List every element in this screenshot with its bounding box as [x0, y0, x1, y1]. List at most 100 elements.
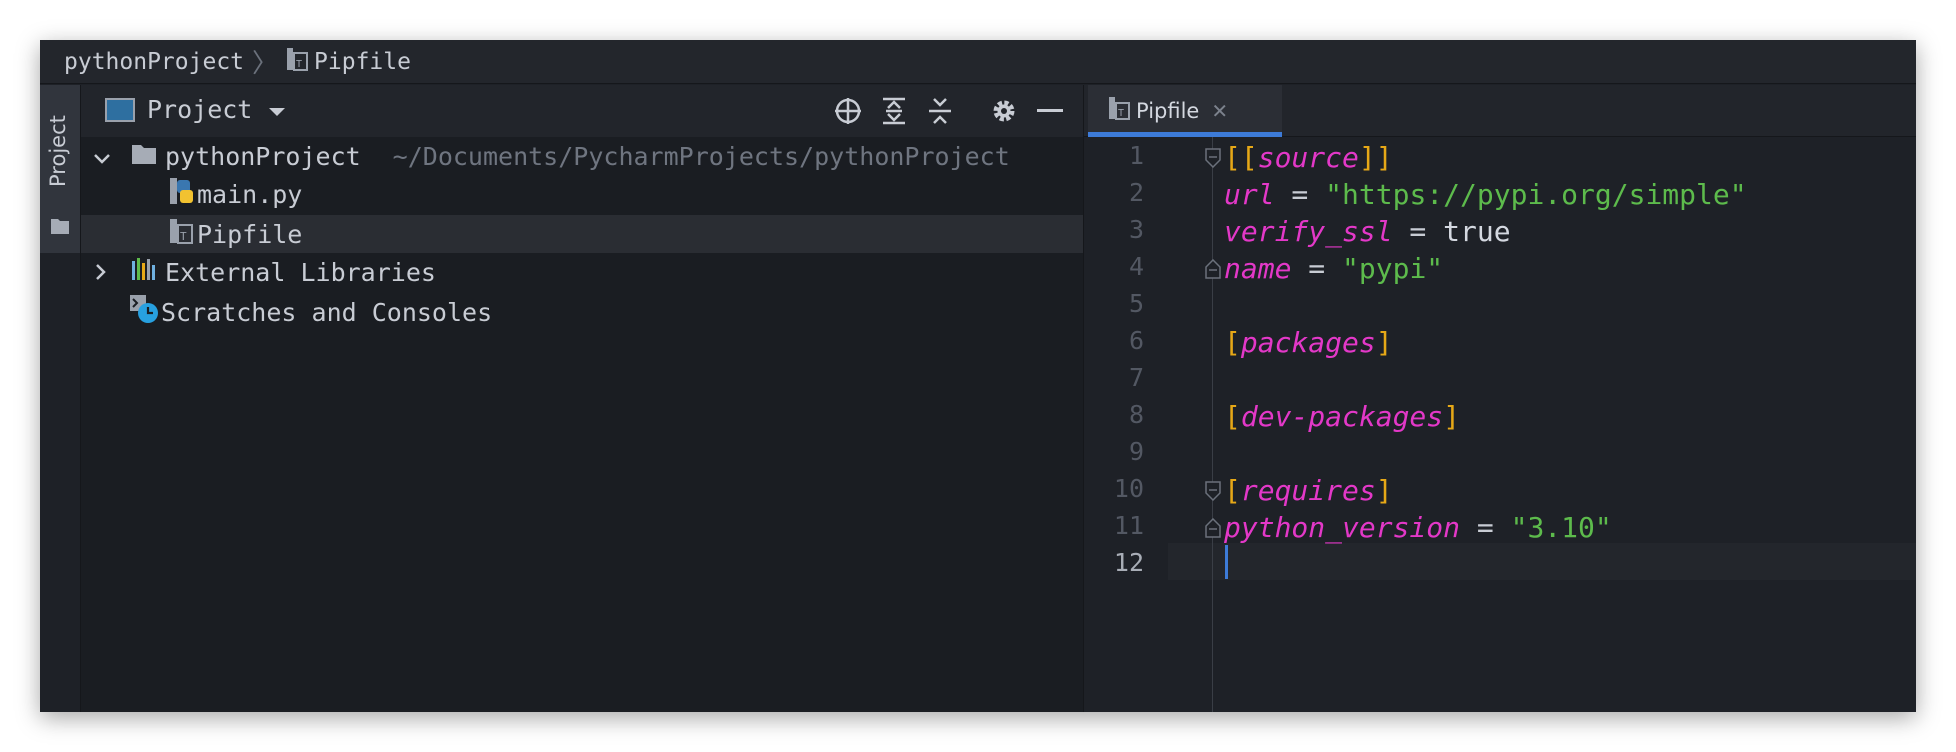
bracket: ] [1375, 474, 1393, 507]
operator: = [1392, 215, 1444, 248]
scratches-icon [129, 294, 159, 330]
tab-label: Pipfile [1136, 98, 1200, 123]
project-panel-toolbar [825, 96, 1073, 126]
string-value: "pypi" [1342, 252, 1444, 285]
stripe-tab-project[interactable]: Project [40, 85, 80, 253]
tree-item-scratches[interactable]: Scratches and Consoles [81, 293, 1083, 331]
python-file-icon [169, 177, 195, 211]
key: name [1224, 252, 1292, 285]
fold-start-icon[interactable] [1205, 481, 1221, 505]
key: url [1224, 178, 1275, 211]
operator: = [1460, 511, 1511, 544]
project-panel: Project pythonProject ~/Documents/Pychar… [81, 85, 1083, 712]
key: verify_ssl [1224, 215, 1393, 248]
tree-item-main-py[interactable]: main.py [81, 175, 1083, 213]
close-icon[interactable]: ✕ [1211, 99, 1228, 123]
fold-start-icon[interactable] [1205, 148, 1221, 172]
text-caret [1225, 545, 1228, 579]
code-line-1: [[source]] [1224, 139, 1393, 176]
ide-window: pythonProject 〉 T Pipfile Project Projec… [40, 40, 1916, 712]
tree-item-label: External Libraries [165, 257, 436, 287]
tree-item-label: Scratches and Consoles [161, 297, 493, 327]
code-line-2: url = "https://pypi.org/simple" [1224, 176, 1747, 213]
code-line-10: [requires] [1224, 472, 1393, 509]
breadcrumb: pythonProject 〉 T Pipfile [40, 40, 1916, 84]
tree-item-pythonproject[interactable]: pythonProject ~/Documents/PycharmProject… [81, 137, 1083, 175]
line-number: 9 [1128, 437, 1144, 466]
locate-icon[interactable] [825, 96, 871, 126]
tree-item-label: pythonProject [165, 141, 361, 171]
bracket: [ [1224, 400, 1241, 433]
chevron-down-icon[interactable] [93, 142, 121, 171]
collapse-all-icon[interactable] [917, 96, 963, 126]
libraries-icon [131, 257, 159, 287]
string-value: "https://pypi.org/simple" [1325, 178, 1747, 211]
line-number: 6 [1128, 326, 1144, 355]
line-number-current: 12 [1113, 548, 1144, 577]
folder-icon [50, 217, 70, 239]
bracket: [ [1224, 326, 1241, 359]
fold-end-icon[interactable] [1205, 517, 1221, 542]
tree-item-label: Pipfile [197, 219, 303, 249]
tree-item-label: main.py [197, 179, 303, 209]
tab-pipfile[interactable]: T Pipfile ✕ [1088, 85, 1282, 137]
string-value: "3.10" [1510, 511, 1612, 544]
breadcrumb-project[interactable]: pythonProject [64, 49, 244, 75]
bracket: ] [1443, 400, 1461, 433]
code-line-6: [packages] [1224, 324, 1393, 361]
line-number: 1 [1128, 141, 1144, 170]
operator: = [1274, 178, 1326, 211]
operator: = [1291, 252, 1343, 285]
editor-area: T Pipfile ✕ 1 2 3 4 5 6 7 8 9 10 11 12 [… [1083, 85, 1916, 712]
chevron-right-icon[interactable] [95, 258, 121, 287]
line-number: 7 [1128, 363, 1144, 392]
project-view-selector[interactable]: Project [105, 95, 286, 124]
section-name: packages [1240, 326, 1376, 359]
bracket: [ [1224, 474, 1241, 507]
line-number: 10 [1113, 474, 1144, 503]
line-number: 4 [1128, 252, 1144, 281]
pipfile-icon: T [169, 217, 195, 251]
svg-text:T: T [296, 59, 302, 70]
code-line-4: name = "pypi" [1224, 250, 1443, 287]
expand-all-icon[interactable] [871, 96, 917, 126]
current-line-highlight [1084, 543, 1916, 580]
line-number-gutter: 1 2 3 4 5 6 7 8 9 10 11 12 [1084, 137, 1168, 712]
line-number: 11 [1113, 511, 1144, 540]
tree-item-pipfile[interactable]: T Pipfile [81, 215, 1083, 253]
gear-icon[interactable] [981, 96, 1027, 126]
section-name: source [1257, 141, 1359, 174]
svg-text:T: T [180, 230, 187, 243]
bracket: [[ [1224, 141, 1258, 174]
stripe-tab-label: Project [46, 115, 70, 187]
line-number: 2 [1128, 178, 1144, 207]
line-number: 8 [1128, 400, 1144, 429]
code-line-11: python_version = "3.10" [1224, 509, 1612, 546]
editor-tabbar: T Pipfile ✕ [1084, 85, 1916, 137]
fold-end-icon[interactable] [1205, 258, 1221, 283]
breadcrumb-file[interactable]: Pipfile [314, 49, 411, 75]
section-name: dev-packages [1240, 400, 1444, 433]
pipfile-icon: T [286, 47, 309, 77]
project-panel-header: Project [81, 85, 1083, 137]
bracket: ] [1375, 326, 1393, 359]
code-line-3: verify_ssl = true [1224, 213, 1511, 250]
tree-item-path: ~/Documents/PycharmProjects/pythonProjec… [392, 141, 1010, 171]
pipfile-icon: T [1108, 95, 1130, 126]
code-editor[interactable]: 1 2 3 4 5 6 7 8 9 10 11 12 [[source]] ur… [1084, 137, 1916, 712]
project-panel-title: Project [147, 95, 253, 124]
fold-guide [1212, 137, 1213, 712]
code-line-8: [dev-packages] [1224, 398, 1460, 435]
bracket: ]] [1358, 141, 1393, 174]
chevron-down-icon [268, 95, 286, 124]
tool-window-stripe: Project [40, 85, 81, 712]
minimize-icon[interactable] [1027, 96, 1073, 126]
breadcrumb-separator: 〉 [252, 49, 279, 79]
svg-text:T: T [1118, 108, 1124, 119]
tree-item-external-libraries[interactable]: External Libraries [81, 253, 1083, 291]
line-number: 3 [1128, 215, 1144, 244]
line-number: 5 [1128, 289, 1144, 318]
section-name: requires [1240, 474, 1376, 507]
project-view-icon [105, 97, 135, 122]
boolean-value: true [1443, 215, 1511, 248]
